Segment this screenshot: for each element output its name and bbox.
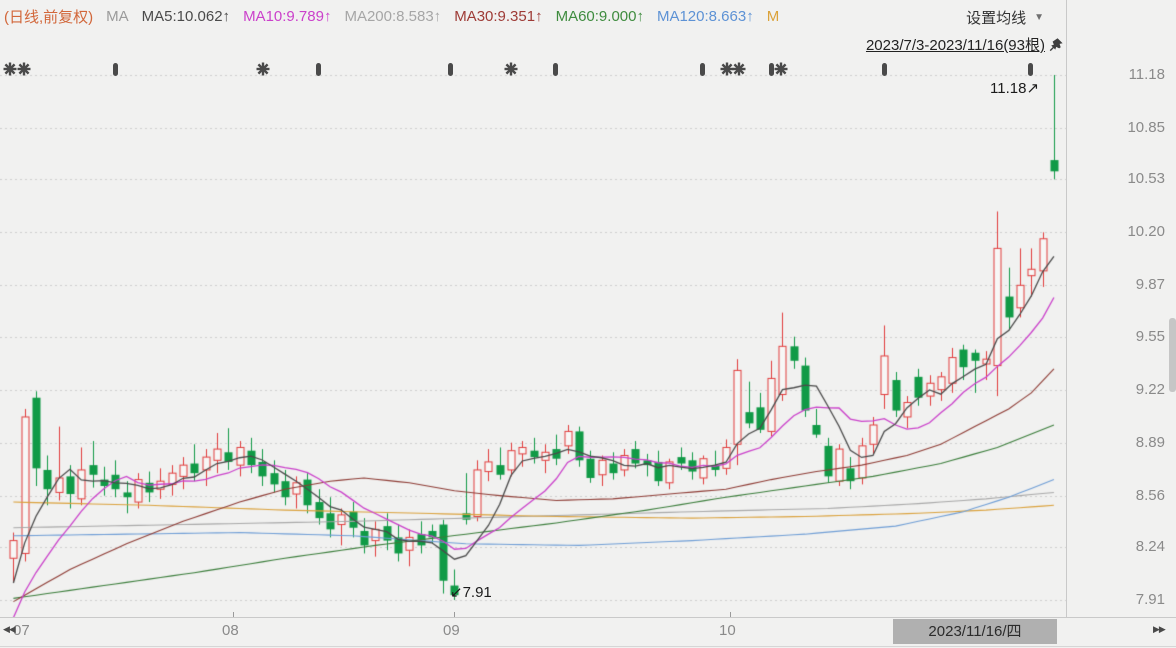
ma-settings-label: 设置均线 — [966, 10, 1027, 27]
price-axis-label: 8.56 — [1135, 486, 1165, 504]
pin-icon[interactable] — [1049, 37, 1064, 52]
month-label: 08 — [222, 622, 239, 639]
ma200-value: MA200:8.583↑ — [344, 7, 442, 25]
arrow-down-left-icon: ↙ — [450, 584, 463, 601]
current-date-badge: 2023/11/16/四 — [893, 619, 1057, 644]
price-axis-label: 8.24 — [1135, 538, 1165, 556]
month-label: 10 — [719, 622, 736, 639]
event-marker-asterisk-icon[interactable] — [504, 62, 518, 81]
visible-range-label[interactable]: 2023/7/3-2023/11/16(93根) — [866, 34, 1045, 55]
arrow-up-right-icon: ↗ — [1026, 80, 1040, 97]
ma-settings-button[interactable]: 设置均线 ▼ — [966, 7, 1044, 28]
event-marker-asterisk-icon[interactable] — [732, 62, 746, 81]
price-axis-label: 7.91 — [1135, 590, 1165, 608]
scroll-left-icon[interactable]: ◀◀ — [3, 624, 16, 635]
period-mode-label: (日线,前复权) — [4, 8, 94, 26]
price-axis-label: 10.53 — [1127, 170, 1165, 188]
month-label: 09 — [443, 622, 460, 639]
window-bottom-edge — [0, 646, 1176, 647]
candlestick-chart-canvas[interactable] — [0, 0, 1066, 618]
event-marker-asterisk-icon[interactable] — [774, 62, 788, 81]
chevron-down-icon: ▼ — [1034, 12, 1044, 23]
ma5-value: MA5:10.062↑ — [141, 7, 231, 25]
event-marker-capsule-icon[interactable] — [1028, 63, 1033, 76]
event-marker-asterisk-icon[interactable] — [3, 62, 17, 81]
event-marker-asterisk-icon[interactable] — [256, 62, 270, 81]
month-label: 07 — [13, 622, 30, 639]
month-tick — [454, 612, 455, 617]
axis-separator-vertical — [1066, 0, 1067, 618]
month-tick — [730, 612, 731, 617]
month-tick — [233, 612, 234, 617]
event-marker-capsule-icon[interactable] — [113, 63, 118, 76]
ma120-value: MA120:8.663↑ — [656, 7, 754, 25]
vertical-scrollbar-thumb[interactable] — [1169, 318, 1176, 392]
ma60-value: MA60:9.000↑ — [555, 7, 644, 25]
event-marker-capsule-icon[interactable] — [882, 63, 887, 76]
event-marker-asterisk-icon[interactable] — [17, 62, 31, 81]
high-price-label: 11.18 — [990, 80, 1027, 97]
price-axis-label: 9.55 — [1135, 327, 1165, 345]
event-marker-capsule-icon[interactable] — [448, 63, 453, 76]
ma10-value: MA10:9.789↑ — [243, 7, 332, 25]
event-marker-capsule-icon[interactable] — [553, 63, 558, 76]
low-price-label: 7.91 — [462, 584, 492, 601]
axis-separator-horizontal — [0, 617, 1176, 618]
ma30-value: MA30:9.351↑ — [454, 7, 543, 25]
price-axis-label: 9.22 — [1135, 380, 1165, 398]
event-marker-capsule-icon[interactable] — [700, 63, 705, 76]
price-axis-label: 10.20 — [1127, 223, 1165, 241]
ma-group-label: MA — [106, 7, 129, 25]
price-axis-label: 8.89 — [1135, 433, 1165, 451]
event-marker-capsule-icon[interactable] — [316, 63, 321, 76]
indicator-legend-bar: (日线,前复权) MA MA5:10.062↑ MA10:9.789↑ MA20… — [4, 4, 779, 28]
low-price-annotation: ↙7.91 — [450, 583, 492, 601]
high-price-annotation: 11.18↗ — [990, 79, 1039, 97]
price-axis-label: 11.18 — [1128, 66, 1165, 83]
price-axis-label: 9.87 — [1135, 276, 1165, 294]
ma250-truncated: M — [766, 7, 780, 25]
scroll-right-icon[interactable]: ▶▶ — [1153, 624, 1166, 635]
visible-range-row: 2023/7/3-2023/11/16(93根) — [866, 34, 1064, 55]
stock-chart-window: (日线,前复权) MA MA5:10.062↑ MA10:9.789↑ MA20… — [0, 0, 1176, 648]
price-axis-label: 10.85 — [1127, 118, 1165, 136]
